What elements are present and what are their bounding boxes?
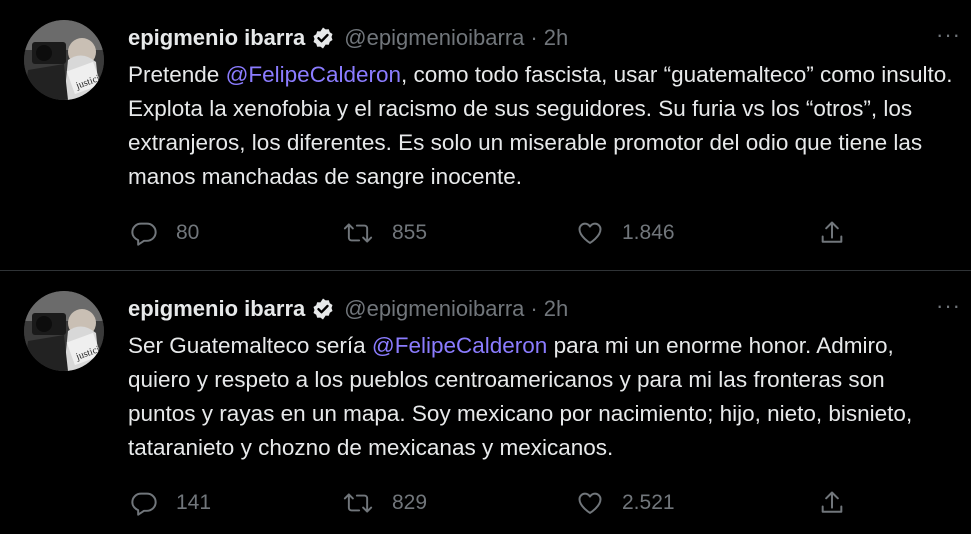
share-icon	[818, 489, 846, 517]
tweet-header: epigmenio ibarra @epigmenioibarra · 2h	[128, 22, 568, 54]
tweet-time[interactable]: 2h	[544, 296, 568, 322]
reply-icon	[130, 219, 158, 247]
separator: ·	[530, 25, 538, 50]
retweet-icon	[342, 219, 374, 247]
tweet-time[interactable]: 2h	[544, 25, 568, 51]
tweet[interactable]: justicia epigmenio ibarra @epigmenioibar…	[0, 0, 971, 270]
reply-count: 80	[176, 221, 200, 244]
like-count: 1.846	[622, 221, 675, 244]
share-button[interactable]	[818, 216, 846, 250]
tweet-text-start: Pretende	[128, 62, 226, 87]
tweet-actions: 141 829 2.521	[128, 486, 848, 520]
tweet-text: Pretende @FelipeCalderon, como todo fasc…	[128, 58, 958, 194]
author-handle[interactable]: @epigmenioibarra	[344, 25, 524, 51]
tweet[interactable]: justicia epigmenio ibarra @epigmenioibar…	[0, 271, 971, 534]
tweet-header: epigmenio ibarra @epigmenioibarra · 2h	[128, 293, 568, 325]
retweet-count: 855	[392, 221, 428, 244]
reply-icon	[130, 489, 158, 517]
avatar[interactable]: justicia	[24, 20, 104, 100]
reply-button[interactable]: 80	[130, 216, 199, 250]
share-button[interactable]	[818, 486, 846, 520]
heart-icon	[576, 219, 604, 247]
like-button[interactable]: 1.846	[576, 216, 675, 250]
share-icon	[818, 219, 846, 247]
tweet-actions: 80 855 1.846	[128, 216, 848, 250]
separator: ·	[530, 296, 538, 321]
retweet-icon	[342, 489, 374, 517]
more-options-icon[interactable]: ···	[936, 293, 961, 319]
avatar-image: justicia	[24, 20, 104, 100]
mention-link[interactable]: @FelipeCalderon	[372, 333, 547, 358]
author-name[interactable]: epigmenio ibarra	[128, 25, 305, 51]
more-options-icon[interactable]: ···	[936, 22, 961, 48]
tweet-text-start: Ser Guatemalteco sería	[128, 333, 372, 358]
retweet-button[interactable]: 855	[342, 216, 427, 250]
verified-badge-icon	[311, 297, 335, 321]
avatar[interactable]: justicia	[24, 291, 104, 371]
verified-badge-icon	[311, 26, 335, 50]
mention-link[interactable]: @FelipeCalderon	[226, 62, 401, 87]
reply-button[interactable]: 141	[130, 486, 211, 520]
like-count: 2.521	[622, 491, 675, 514]
retweet-count: 829	[392, 491, 428, 514]
like-button[interactable]: 2.521	[576, 486, 675, 520]
author-name[interactable]: epigmenio ibarra	[128, 296, 305, 322]
avatar-image: justicia	[24, 291, 104, 371]
retweet-button[interactable]: 829	[342, 486, 427, 520]
heart-icon	[576, 489, 604, 517]
tweet-text: Ser Guatemalteco sería @FelipeCalderon p…	[128, 329, 958, 465]
author-handle[interactable]: @epigmenioibarra	[344, 296, 524, 322]
reply-count: 141	[176, 491, 212, 514]
